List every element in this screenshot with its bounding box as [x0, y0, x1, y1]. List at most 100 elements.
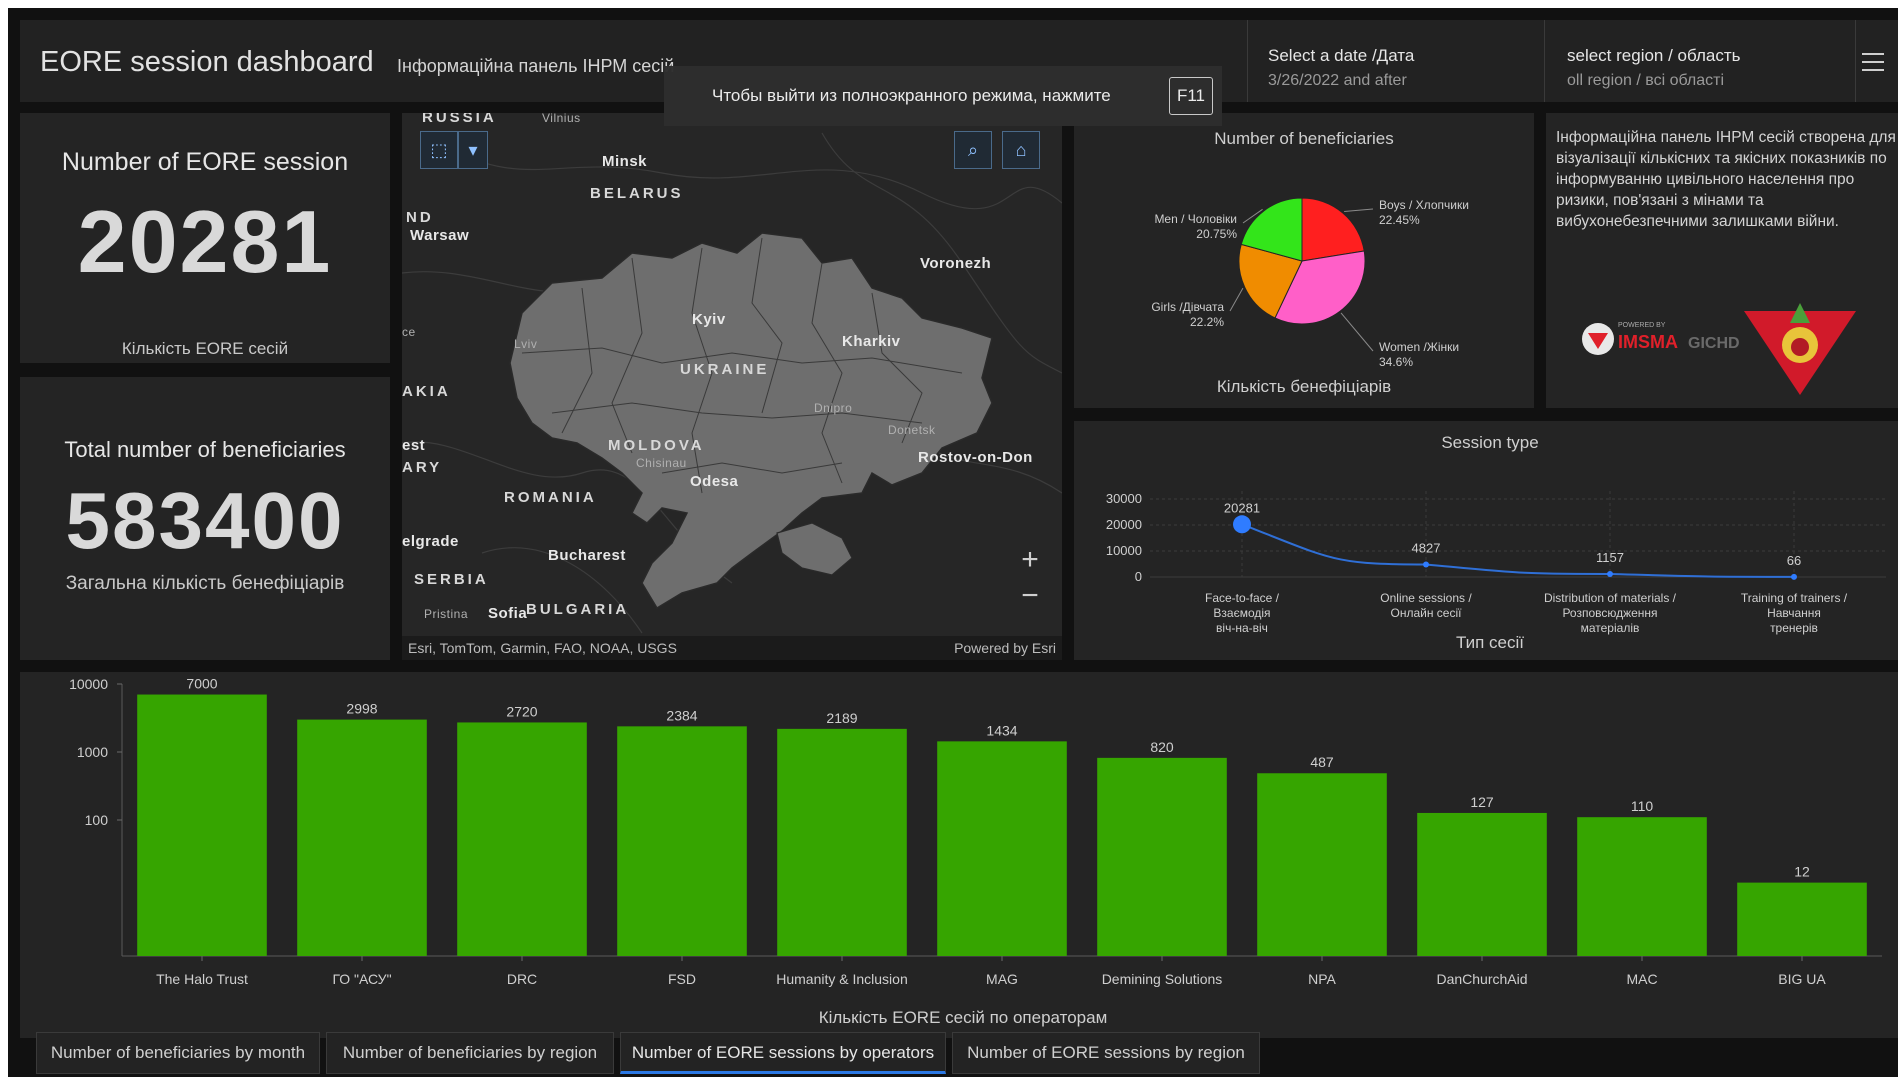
map-label: Bucharest [548, 547, 626, 564]
gichd-logo-text: GICHD [1688, 335, 1740, 352]
data-label: 66 [1787, 553, 1801, 568]
map-label: Minsk [602, 153, 648, 170]
map-label: Kharkiv [842, 333, 901, 350]
bar[interactable] [777, 728, 907, 956]
bar-chart-subtitle: Кількість EORE сесій по операторам [818, 1008, 1108, 1027]
sessions-indicator: Number of EORE session 20281 Кількість E… [20, 113, 390, 363]
beneficiaries-indicator-value: 583400 [65, 476, 345, 565]
y-tick-label: 1000 [77, 744, 108, 760]
bar[interactable] [617, 726, 747, 956]
bar[interactable] [137, 694, 267, 956]
pie-slice-label: Boys / Хлопчики [1379, 198, 1469, 212]
bar[interactable] [1097, 757, 1227, 956]
bar[interactable] [1257, 773, 1387, 956]
x-tick-label: BIG UA [1778, 971, 1826, 987]
pie-chart[interactable]: Boys / Хлопчики22.45% Women /Жінки34.6% Gi… [1074, 153, 1534, 393]
hamburger-menu-icon[interactable] [1862, 53, 1884, 71]
app-subtitle: Інформаційна панель ІНРМ сесій [397, 56, 675, 76]
beneficiaries-pie-panel: Number of beneficiaries Boys / Хлопчики 2… [1074, 113, 1534, 408]
select-area-icon[interactable]: ⬚ [420, 131, 458, 169]
app-title: EORE session dashboard [40, 46, 374, 78]
zoom-out-button[interactable]: − [1012, 579, 1048, 615]
powered-by-esri[interactable]: Powered by Esri [954, 640, 1056, 656]
x-tick-label: ГО "АСУ" [332, 971, 391, 987]
x-tick-label: DanChurchAid [1436, 971, 1527, 987]
map-label: ND [406, 209, 434, 226]
map-label: Dnipro [814, 401, 853, 415]
imsma-logo-caption: POWERED BY [1618, 322, 1666, 329]
map-label: Voronezh [920, 255, 992, 272]
map-label: ce [402, 325, 416, 339]
session-type-chart[interactable]: 0 10000 20000 30000 Face-to-face / Взаємодія в… [1074, 459, 1898, 639]
bar[interactable] [1577, 817, 1707, 956]
f11-key-badge: F11 [1169, 77, 1213, 115]
map-label: RUSSIA [422, 113, 497, 126]
x-tick-label: Online sessions / Онлайн сесії [1380, 591, 1472, 620]
data-label: 110 [1631, 798, 1654, 814]
pie-leader-line [1229, 287, 1244, 312]
map-panel[interactable]: ⬚ ▾ ⌕ ⌂ RUSSIA Vilnius Minsk BELARUS ND … [402, 113, 1062, 660]
data-label: 4827 [1412, 540, 1441, 555]
bar[interactable] [1417, 812, 1547, 956]
fullscreen-notice: Чтобы выйти из полноэкранного режима, на… [664, 66, 1222, 126]
x-tick-label: FSD [668, 971, 696, 987]
data-label: 1157 [1596, 550, 1624, 565]
bar[interactable] [1737, 882, 1867, 956]
data-label: 2720 [506, 703, 537, 719]
date-selector[interactable]: Select a date /Дата 3/26/2022 and after [1248, 20, 1544, 102]
line-point[interactable] [1607, 570, 1613, 577]
zoom-in-button[interactable]: + [1012, 543, 1048, 579]
region-selector[interactable]: select region / область oll region / всі… [1545, 20, 1855, 102]
line-point[interactable] [1791, 573, 1797, 580]
x-tick-label: Training of trainers / Навчання тренерів [1741, 591, 1848, 635]
session-chart-title: Session type [1441, 433, 1539, 452]
session-type-panel: Session type 0 10000 20000 30000 Face-to-fac… [1074, 421, 1898, 660]
pie-slice-percent: 34.6% [1379, 355, 1413, 369]
pie-leader-line [1344, 208, 1374, 213]
fullscreen-notice-text: Чтобы выйти из полноэкранного режима, на… [712, 86, 1111, 105]
x-tick-label: The Halo Trust [156, 971, 248, 987]
bar[interactable] [457, 722, 587, 956]
x-tick-label: NPA [1308, 971, 1336, 987]
pie-slice-percent: 22.2% [1190, 315, 1224, 329]
y-tick-label: 10000 [1106, 543, 1142, 558]
pie-chart-title: Number of beneficiaries [1214, 129, 1394, 148]
map-attribution-text: Esri, TomTom, Garmin, FAO, NOAA, USGS [408, 640, 677, 656]
map-label: MOLDOVA [608, 437, 705, 454]
partner-logos: POWERED BY IMSMA GICHD [1582, 303, 1856, 395]
map-label: UKRAINE [680, 361, 770, 378]
beneficiaries-indicator-title: Total number of beneficiaries [64, 437, 346, 462]
x-tick-label: Humanity & Inclusion [776, 971, 908, 987]
map-label: SERBIA [414, 571, 489, 588]
session-chart-subtitle: Тип сесії [1455, 633, 1525, 652]
tab-beneficiaries-by-region[interactable]: Number of beneficiaries by region [326, 1032, 614, 1074]
date-selector-value: 3/26/2022 and after [1268, 72, 1407, 89]
map-label: Pristina [424, 607, 469, 621]
x-tick-label: Demining Solutions [1102, 971, 1223, 987]
data-label: 2384 [666, 707, 697, 723]
search-icon[interactable]: ⌕ [954, 131, 992, 169]
beneficiaries-indicator-subtitle: Загальна кількість бенефіціарів [65, 573, 345, 594]
map-label: BULGARIA [526, 601, 630, 618]
map-label: Chisinau [636, 456, 687, 470]
tab-sessions-by-region[interactable]: Number of EORE sessions by region [952, 1032, 1260, 1074]
map-canvas[interactable] [402, 113, 1062, 660]
line-point[interactable] [1233, 515, 1251, 534]
y-tick-label: 0 [1135, 569, 1142, 584]
data-label: 20281 [1224, 500, 1260, 515]
chevron-down-icon[interactable]: ▾ [458, 131, 488, 169]
operators-bar-chart[interactable]: 100 1000 10000 7000 The Halo Trust 2998 ГО "АС… [20, 672, 1898, 1002]
map-label: ROMANIA [504, 489, 597, 506]
tab-sessions-by-operators[interactable]: Number of EORE sessions by operators [620, 1032, 946, 1074]
tab-beneficiaries-by-month[interactable]: Number of beneficiaries by month [36, 1032, 320, 1074]
data-label: 2998 [346, 701, 377, 717]
bar[interactable] [937, 741, 1067, 956]
home-icon[interactable]: ⌂ [1002, 131, 1040, 169]
pie-slice-label: Women /Жінки [1379, 340, 1459, 354]
pie-slice[interactable] [1301, 197, 1365, 262]
line-point[interactable] [1423, 561, 1429, 568]
bar[interactable] [297, 719, 427, 956]
map-label: Warsaw [410, 227, 470, 244]
map-label: est [402, 437, 426, 454]
x-tick-label: Distribution of materials / Розповсюдженн… [1544, 591, 1677, 635]
